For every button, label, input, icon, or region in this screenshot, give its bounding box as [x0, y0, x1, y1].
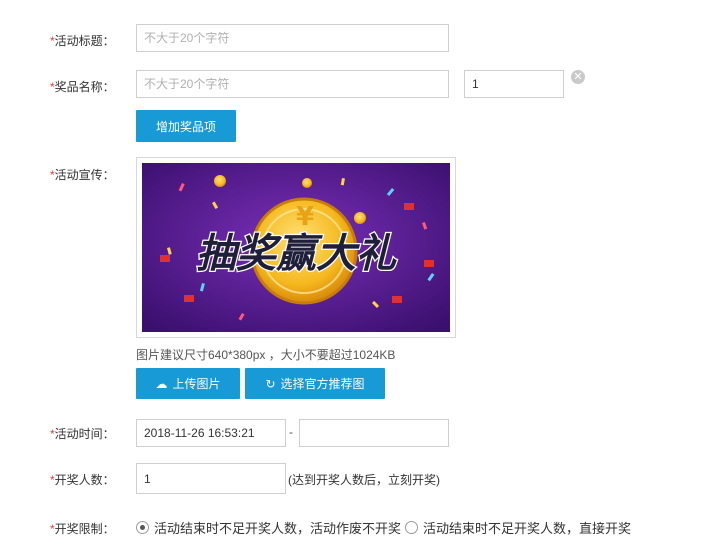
clear-circle-icon[interactable]: ✕	[571, 70, 585, 84]
title-label: *活动标题：	[50, 34, 115, 48]
refresh-icon: ↻	[265, 376, 276, 391]
upload-image-button[interactable]: ☁ 上传图片	[136, 368, 240, 399]
radio-checked-icon[interactable]	[136, 521, 149, 534]
promo-label: *活动宣传：	[50, 168, 115, 182]
add-prize-button[interactable]: 增加奖品项	[136, 110, 236, 142]
image-size-hint: 图片建议尺寸640*380px ，大小不要超过1024KB	[136, 348, 396, 362]
limit-label: *开奖限制：	[50, 522, 115, 536]
svg-text:¥: ¥	[296, 202, 314, 232]
participants-label: *开奖人数：	[50, 473, 115, 487]
end-time-input[interactable]	[299, 419, 449, 447]
radio-unchecked-icon[interactable]	[405, 521, 419, 534]
cloud-upload-icon: ☁	[155, 376, 168, 391]
participants-input[interactable]	[136, 463, 286, 494]
choose-official-image-label: 选择官方推荐图	[280, 377, 365, 391]
title-input[interactable]	[136, 24, 449, 52]
promo-image-frame: ¥ 抽奖赢大礼	[136, 157, 456, 338]
upload-image-label: 上传图片	[172, 377, 221, 391]
choose-official-image-button[interactable]: ↻ 选择官方推荐图	[245, 368, 385, 399]
participants-note: (达到开奖人数后，立刻开奖)	[288, 473, 440, 487]
banner-title-text: 抽奖赢大礼	[196, 231, 397, 277]
limit-radio-group: 活动结束时不足开奖人数，活动作废不开奖 活动结束时不足开奖人数，直接开奖	[136, 518, 635, 537]
prize-quantity-input[interactable]	[464, 70, 564, 98]
limit-option-void[interactable]: 活动结束时不足开奖人数，活动作废不开奖	[136, 518, 401, 537]
promo-banner-image: ¥ 抽奖赢大礼	[142, 163, 450, 332]
limit-option-draw[interactable]: 活动结束时不足开奖人数，直接开奖	[405, 518, 631, 537]
prize-label: *奖品名称：	[50, 80, 115, 94]
prize-name-input[interactable]	[136, 70, 449, 98]
time-label: *活动时间：	[50, 427, 115, 441]
start-time-input[interactable]	[136, 419, 286, 447]
time-separator: -	[289, 425, 293, 439]
